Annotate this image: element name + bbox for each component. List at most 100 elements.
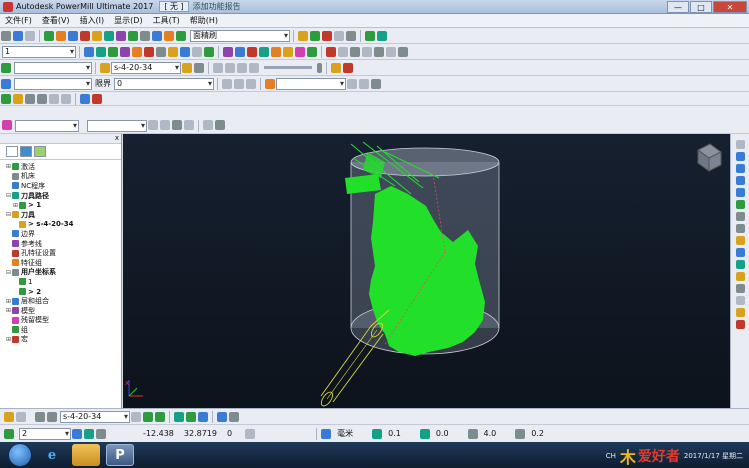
bottom-close-icon[interactable] [229,411,239,422]
wireframe-icon[interactable] [156,46,166,57]
bottom-tool-combo[interactable]: s-4-20-34 [60,410,130,423]
gouge-icon[interactable] [259,46,269,57]
ruler-icon[interactable] [338,46,348,57]
explorer-close-button[interactable]: x [115,134,119,142]
tree-node[interactable]: NC程序 [0,181,121,191]
document-tab[interactable]: [ 无 ] [159,1,189,12]
menu-file[interactable]: 文件(F) [0,15,37,26]
tree-node[interactable]: > s-4-20-34 [0,220,121,230]
stock-close-icon[interactable] [215,120,225,130]
surface-icon[interactable] [223,46,233,57]
toolbar-close-icon[interactable] [377,30,387,41]
undo-icon[interactable] [398,46,408,57]
stock-icon[interactable] [168,46,178,57]
refresh-icon[interactable] [61,93,71,104]
close-button[interactable]: ✕ [713,1,747,13]
file-explorer-icon[interactable] [72,444,100,466]
zoom-icon[interactable] [132,46,142,57]
boundary-combo[interactable] [14,77,92,90]
verify-icon[interactable] [176,30,186,41]
powermill-app-icon[interactable] [3,1,13,12]
tree-node[interactable]: 参考线 [0,239,121,249]
view-iso-icon[interactable] [84,46,94,57]
tool-holder-icon[interactable] [194,62,204,73]
view-top-icon[interactable] [96,46,106,57]
fit-icon[interactable] [204,46,214,57]
tree-node[interactable]: 1 [0,277,121,287]
boundary-select-icon[interactable] [1,78,11,89]
tree-expander-icon[interactable]: ⊞ [5,298,12,305]
tree-expander-icon[interactable]: ⊟ [5,211,12,218]
print-icon[interactable] [25,30,35,41]
view-side-icon[interactable] [120,46,130,57]
stock-view-icon[interactable] [172,120,182,130]
save-model-icon[interactable] [80,93,90,104]
pick-icon[interactable] [245,428,256,439]
limit-combo[interactable]: 0 [114,77,214,90]
curve-icon[interactable] [235,46,245,57]
measure-side-icon[interactable] [735,308,745,317]
stock-shade-icon[interactable] [184,120,194,130]
tool-edit-icon[interactable] [143,411,153,422]
coolant-icon[interactable] [198,411,208,422]
workplane-icon-2[interactable] [84,428,94,439]
limit-icon-2[interactable] [234,78,244,89]
limit-icon-3[interactable] [246,78,256,89]
workplane-icon-1[interactable] [72,428,82,439]
view-left-icon[interactable] [735,176,745,185]
tree-node[interactable]: ⊞ 激活 [0,162,121,172]
stop-icon[interactable] [326,46,336,57]
tree-node[interactable]: ⊞ 层和组合 [0,296,121,306]
tool-type-icon[interactable] [4,411,14,422]
tool-grid-icon[interactable] [35,411,45,422]
tool-check-icon[interactable] [155,411,165,422]
tree-node[interactable]: 机床 [0,172,121,182]
end-icon[interactable] [249,62,259,73]
tree-expander-icon[interactable]: ⊟ [5,269,12,276]
grid-icon[interactable] [180,46,190,57]
tool-pin-icon[interactable] [182,62,192,73]
macro-icon[interactable] [310,30,320,41]
tool-circle-icon[interactable] [131,411,141,422]
clock-date[interactable]: 2017/1/17 星期二 [684,452,743,460]
shading-icon[interactable] [735,272,745,281]
paste-icon[interactable] [374,46,384,57]
pattern-close-icon[interactable] [371,78,381,89]
stock-model-icon[interactable] [2,120,12,130]
tree-node[interactable]: 边界 [0,229,121,239]
tree-expander-icon[interactable]: ⊟ [5,192,12,199]
tree-node[interactable]: > 2 [0,287,121,297]
copy-icon[interactable] [362,46,372,57]
speed-slider-track[interactable] [264,66,312,69]
explorer-tab-stock[interactable] [34,146,46,157]
draft-icon[interactable] [247,46,257,57]
measure-icon[interactable] [307,46,317,57]
toolpath-strategy-icon[interactable] [128,30,138,41]
tree-expander-icon[interactable]: ⊞ [12,202,19,209]
play-icon[interactable] [225,62,235,73]
powermill-taskbar-icon[interactable]: P [106,444,134,466]
shade-icon[interactable] [144,46,154,57]
boundary-icon[interactable] [80,30,90,41]
tree-expander-icon[interactable]: ⊞ [5,163,12,170]
tree-node[interactable]: ⊟ 刀具路径 [0,191,121,201]
maximize-button[interactable]: □ [690,1,712,13]
simulation-view-icon[interactable] [331,62,341,73]
pattern-color-icon[interactable] [265,78,275,89]
close-model-icon[interactable] [92,93,102,104]
block-icon[interactable] [44,30,54,41]
nc-program-icon[interactable] [164,30,174,41]
redraw-icon[interactable] [735,320,745,329]
tree-expander-icon[interactable]: ⊞ [5,307,12,314]
start-button[interactable] [8,443,32,467]
tree-expander-icon[interactable]: ⊞ [5,336,12,343]
simulation-icon[interactable] [152,30,162,41]
workplane-icon-3[interactable] [96,428,106,439]
pattern-edit-icon[interactable] [347,78,357,89]
leads-icon[interactable] [140,30,150,41]
section-icon[interactable] [192,46,202,57]
save-icon[interactable] [13,30,23,41]
tree-node[interactable]: ⊞ > 1 [0,200,121,210]
stock-refresh-icon[interactable] [148,120,158,130]
pattern-icon[interactable] [92,30,102,41]
